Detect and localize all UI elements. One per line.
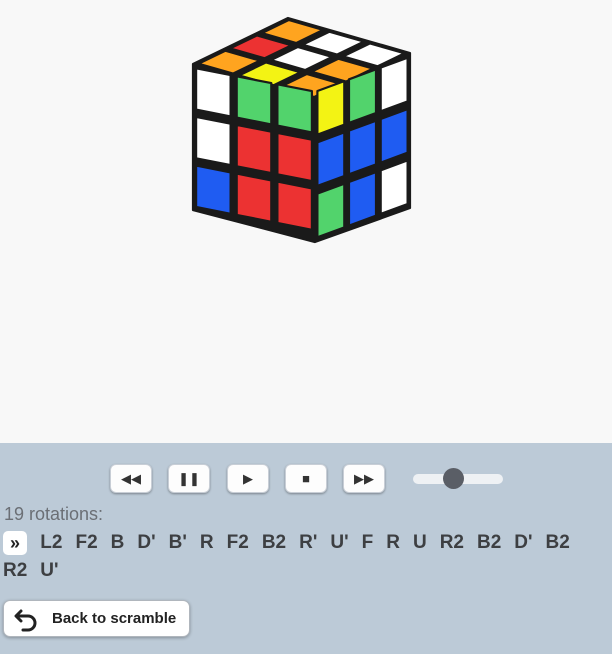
- pause-icon: ❚❚: [178, 470, 200, 486]
- move-item[interactable]: B2: [546, 529, 570, 557]
- move-item[interactable]: F2: [75, 529, 97, 557]
- left-face-sticker: [235, 123, 273, 175]
- move-item[interactable]: R2: [3, 557, 27, 585]
- rubiks-cube[interactable]: [0, 0, 612, 443]
- move-item[interactable]: D': [137, 529, 155, 557]
- right-face-sticker: [379, 159, 409, 215]
- right-face-sticker: [316, 131, 346, 187]
- stop-button[interactable]: ■: [285, 464, 327, 493]
- left-face-sticker: [195, 164, 232, 215]
- right-face-sticker: [379, 107, 409, 164]
- move-item[interactable]: B: [111, 529, 125, 557]
- rewind-button[interactable]: ◀◀: [110, 464, 152, 493]
- back-to-scramble-button[interactable]: Back to scramble: [3, 600, 190, 637]
- left-face-sticker: [195, 115, 232, 167]
- pause-button[interactable]: ❚❚: [168, 464, 210, 493]
- move-item[interactable]: R: [200, 529, 214, 557]
- right-face-sticker: [379, 56, 409, 113]
- move-item[interactable]: U: [413, 529, 427, 557]
- right-face-sticker: [347, 171, 378, 227]
- play-icon: ▶: [243, 470, 253, 486]
- move-item[interactable]: U': [40, 557, 58, 585]
- fast-forward-button[interactable]: ▶▶: [343, 464, 385, 493]
- move-item[interactable]: L2: [40, 529, 62, 557]
- left-face-sticker: [276, 180, 313, 231]
- play-button[interactable]: ▶: [227, 464, 269, 493]
- left-face-sticker: [235, 172, 273, 223]
- move-item[interactable]: F: [362, 529, 374, 557]
- move-item[interactable]: U': [330, 529, 348, 557]
- cube-viewport[interactable]: [0, 0, 612, 443]
- move-item[interactable]: B': [169, 529, 187, 557]
- rewind-icon: ◀◀: [121, 470, 141, 486]
- left-face-sticker: [235, 75, 273, 126]
- left-face-sticker: [276, 83, 313, 134]
- stop-icon: ■: [302, 471, 310, 486]
- solution-panel: ◀◀ ❚❚ ▶ ■ ▶▶ 19 rotations: » L2 F2 B D' B' R F2 B2 R…: [0, 443, 612, 654]
- fast-forward-icon: ▶▶: [354, 470, 374, 486]
- move-item[interactable]: B2: [262, 529, 286, 557]
- move-list: » L2 F2 B D' B' R F2 B2 R' U' F R U R2 B2 D' B2R2 U': [3, 529, 603, 585]
- right-face-sticker: [316, 182, 346, 239]
- rotation-count: 19 rotations:: [4, 504, 104, 524]
- right-face-sticker: [347, 68, 378, 125]
- speed-slider-thumb[interactable]: [443, 468, 464, 489]
- left-face-sticker: [195, 67, 232, 118]
- right-face-sticker: [316, 79, 346, 136]
- move-item[interactable]: F2: [227, 529, 249, 557]
- right-face-sticker: [347, 119, 378, 176]
- back-to-scramble-label: Back to scramble: [52, 610, 177, 627]
- move-item[interactable]: R': [299, 529, 317, 557]
- move-item[interactable]: R2: [440, 529, 464, 557]
- current-move-marker: »: [3, 530, 27, 555]
- left-face-sticker: [276, 131, 313, 183]
- move-item[interactable]: D': [514, 529, 532, 557]
- move-item[interactable]: B2: [477, 529, 501, 557]
- move-item[interactable]: R: [386, 529, 400, 557]
- undo-arrow-icon: [14, 609, 37, 631]
